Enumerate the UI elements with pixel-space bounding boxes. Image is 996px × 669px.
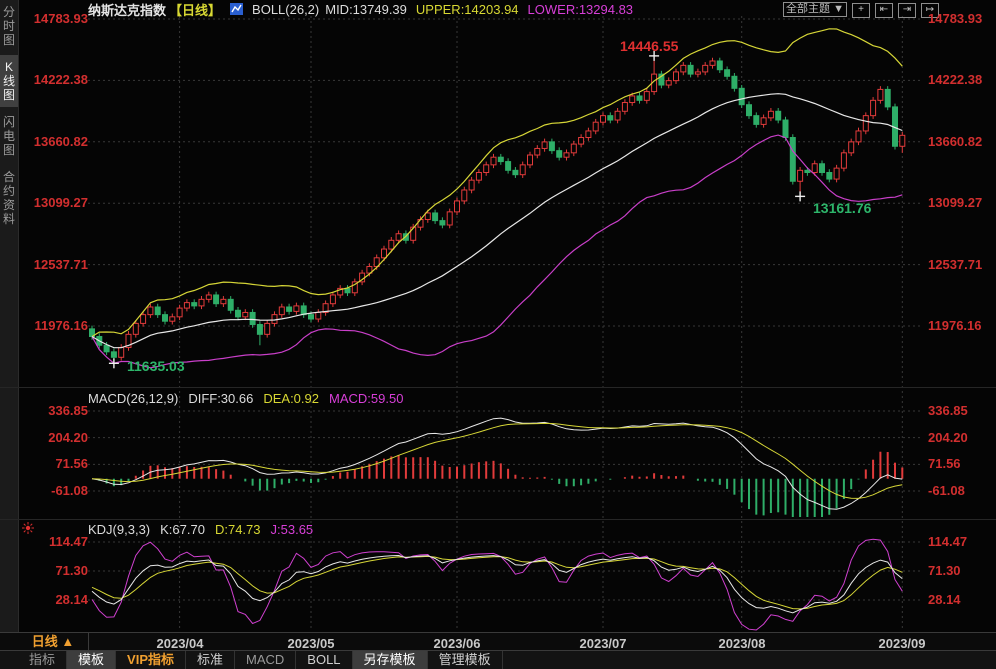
compress-right-icon[interactable]: ⇥ (898, 3, 916, 18)
price-tick-left: 13660.82 (33, 134, 88, 149)
macd-tick-left: 336.85 (48, 403, 88, 418)
boll-upper-value: UPPER:14203.94 (415, 1, 519, 17)
macd-macd-value: MACD:59.50 (329, 391, 404, 406)
chart-toolbar: + ⇤ ⇥ ↦ (852, 3, 939, 18)
tab-macd[interactable]: MACD (235, 651, 297, 669)
theme-dropdown[interactable]: 全部主题 ▼ (783, 2, 847, 17)
kdj-k-value: K:67.70 (160, 522, 205, 537)
price-tick-right: 14222.38 (928, 72, 983, 87)
tab-standard[interactable]: 标准 (186, 651, 236, 669)
boll-indicator-label: BOLL(26,2) (252, 1, 320, 17)
macd-tick-left: 71.56 (55, 456, 88, 471)
price-tick-left: 14222.38 (33, 72, 88, 87)
kdj-tick-left: 28.14 (55, 592, 88, 607)
panel-marker-icon[interactable] (22, 521, 34, 534)
price-tick-left: 13099.27 (33, 195, 88, 210)
stock-chart-window: 分时图 K线图 闪电图 合约资料 纳斯达克指数 【日线】 BOLL(26,2) … (0, 0, 996, 669)
tab-indicators[interactable]: 指标 (18, 651, 68, 669)
period-tag: 【日线】 (169, 2, 222, 18)
chart-canvas[interactable] (0, 0, 996, 669)
kdj-tick-right: 114.47 (928, 534, 968, 549)
macd-tick-left: -61.08 (51, 483, 88, 498)
panel-separator (0, 387, 996, 388)
instrument-title: 纳斯达克指数 (88, 2, 167, 18)
compress-left-icon[interactable]: ⇤ (875, 3, 893, 18)
tab-vip-indicators[interactable]: VIP指标 (116, 651, 186, 669)
panel-separator (0, 519, 996, 520)
boll-mid-value: MID:13749.39 (325, 1, 407, 17)
macd-header: MACD(26,12,9) DIFF:30.66 DEA:0.92 MACD:5… (88, 391, 404, 406)
tab-templates[interactable]: 模板 (67, 651, 117, 669)
kdj-header: KDJ(9,3,3) K:67.70 D:74.73 J:53.65 (88, 522, 314, 537)
boll-lower-value: LOWER:13294.83 (527, 1, 634, 17)
price-tick-right: 13660.82 (928, 134, 983, 149)
macd-tick-right: 71.56 (928, 456, 961, 471)
chart-header: 纳斯达克指数 【日线】 BOLL(26,2) MID:13749.39 UPPE… (88, 1, 634, 18)
price-tick-left: 14783.93 (33, 11, 88, 26)
bottom-tab-bar: 指标 模板 VIP指标 标准 MACD BOLL 另存模板 管理模板 (0, 651, 996, 669)
price-tick-right: 12537.71 (928, 257, 983, 272)
x-axis-label: 2023/06 (433, 636, 481, 651)
sidebar-tab-timeshare[interactable]: 分时图 (0, 0, 18, 52)
macd-name: MACD(26,12,9) (88, 391, 179, 406)
kdj-j-value: J:53.65 (270, 522, 314, 537)
macd-tick-right: -61.08 (928, 483, 965, 498)
macd-tick-right: 204.20 (928, 430, 968, 445)
kdj-name: KDJ(9,3,3) (88, 522, 151, 537)
x-axis-label: 2023/09 (878, 636, 926, 651)
price-tick-right: 14783.93 (928, 11, 983, 26)
mini-chart-icon (230, 3, 244, 15)
tab-save-template[interactable]: 另存模板 (352, 651, 428, 669)
annotation-aug-low: 13161.76 (813, 200, 872, 216)
annotation-apr-low: 11635.03 (127, 358, 185, 374)
macd-diff-value: DIFF:30.66 (188, 391, 254, 406)
macd-dea-value: DEA:0.92 (263, 391, 319, 406)
kdj-tick-right: 71.30 (928, 563, 961, 578)
macd-tick-right: 336.85 (928, 403, 968, 418)
price-tick-right: 11976.16 (928, 318, 982, 333)
price-tick-left: 11976.16 (34, 318, 88, 333)
period-selector-button[interactable]: 日线 ▲ (18, 633, 89, 650)
kdj-tick-right: 28.14 (928, 592, 961, 607)
tab-boll[interactable]: BOLL (296, 651, 353, 669)
price-tick-right: 13099.27 (928, 195, 983, 210)
x-axis-label: 2023/07 (579, 636, 627, 651)
x-axis-label: 2023/04 (156, 636, 204, 651)
kdj-tick-left: 114.47 (48, 534, 88, 549)
kdj-d-value: D:74.73 (214, 522, 261, 537)
tab-manage-templates[interactable]: 管理模板 (428, 651, 503, 669)
crosshair-icon[interactable]: + (852, 3, 870, 18)
x-axis-label: 2023/08 (718, 636, 766, 651)
x-axis-label: 2023/05 (287, 636, 335, 651)
price-tick-left: 12537.71 (33, 257, 88, 272)
macd-tick-left: 204.20 (48, 430, 88, 445)
kdj-tick-left: 71.30 (55, 563, 88, 578)
annotation-high: 14446.55 (620, 38, 679, 54)
